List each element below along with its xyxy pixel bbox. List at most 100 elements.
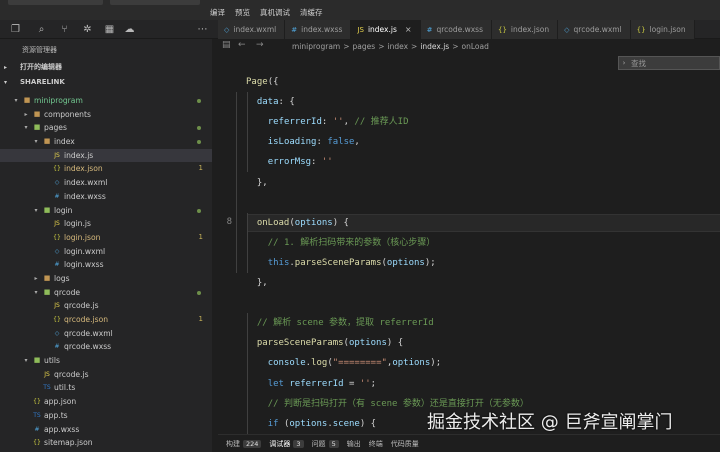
tree-item-label: miniprogram: [34, 96, 83, 105]
find-widget[interactable]: › 查找: [618, 56, 720, 70]
tree-item[interactable]: # app.wxss: [0, 423, 212, 437]
modified-dot: [197, 99, 201, 103]
tree-item[interactable]: ▾ ■ miniprogram: [0, 94, 212, 108]
tree-item[interactable]: # index.wxss: [0, 190, 212, 204]
code-line[interactable]: let referrerId = '';: [246, 374, 376, 394]
remote-debug-button[interactable]: 真机调试: [260, 7, 290, 18]
find-input[interactable]: 查找: [631, 58, 646, 69]
tab-qrcode-wxml[interactable]: ◇ qrcode.wxml: [558, 20, 631, 39]
tree-item[interactable]: JS login.js: [0, 217, 212, 231]
breadcrumb-separator: >: [411, 42, 418, 51]
tree-item[interactable]: {} login.json 1: [0, 231, 212, 245]
extensions-icon[interactable]: ▦: [104, 24, 115, 35]
tree-item[interactable]: JS qrcode.js: [0, 299, 212, 313]
cloud-icon[interactable]: ☁: [124, 24, 135, 35]
tree-item[interactable]: ▸ ■ components: [0, 108, 212, 122]
toolbar-field-right[interactable]: [110, 0, 200, 5]
code-line[interactable]: this.parseSceneParams(options);: [246, 253, 436, 273]
js-file-icon: JS: [54, 151, 60, 159]
breadcrumb-item[interactable]: onLoad: [462, 42, 489, 51]
code-line[interactable]: onLoad(options) {: [246, 213, 349, 233]
code-line[interactable]: parseSceneParams(options) {: [246, 333, 403, 353]
project-section[interactable]: ▾ SHARELINK: [0, 76, 212, 89]
tree-item[interactable]: {} app.json: [0, 395, 212, 409]
code-line[interactable]: isLoading: false,: [246, 132, 360, 152]
code-line[interactable]: console.log("========",options);: [246, 353, 441, 373]
tree-item-label: qrcode.json: [64, 315, 109, 324]
code-line[interactable]: errorMsg: '': [246, 152, 333, 172]
back-arrow-icon[interactable]: ←: [238, 40, 246, 50]
tree-item-label: login.json: [64, 232, 101, 242]
tree-item[interactable]: ◇ index.wxml: [0, 176, 212, 190]
panel-tab-count: 3: [293, 439, 304, 448]
tab-index-json[interactable]: {} index.json: [491, 20, 559, 39]
file-tree: ▾ ■ miniprogram ▸ ■ components ▾ ■ pages ▾ ■ index J…: [0, 94, 212, 452]
panel-tab[interactable]: 调试器 3: [269, 439, 304, 449]
tree-item-label: logs: [54, 273, 70, 283]
tree-item[interactable]: ◇ login.wxml: [0, 245, 212, 259]
code-line[interactable]: Page({: [246, 72, 279, 92]
tree-item[interactable]: ▸ ■ logs: [0, 272, 212, 286]
code-line[interactable]: referrerId: '', // 推荐人ID: [246, 112, 409, 132]
tab-index-wxml[interactable]: ◇ index.wxml: [218, 20, 286, 39]
tab-index-wxss[interactable]: # index.wxss: [285, 20, 352, 39]
debug-icon[interactable]: ✲: [82, 24, 93, 35]
more-icon[interactable]: ⋯: [197, 24, 208, 35]
compile-button[interactable]: 编译: [210, 7, 225, 18]
panel-tab[interactable]: 问题 5: [312, 439, 339, 449]
tree-item[interactable]: ▾ ■ qrcode: [0, 286, 212, 300]
split-editor-icon[interactable]: ▤: [222, 40, 231, 50]
clear-cache-button[interactable]: 清缓存: [300, 7, 323, 18]
tree-item[interactable]: JS qrcode.js: [0, 368, 212, 382]
code-editor[interactable]: 8 Page({ data: { referrerId: '', // 推荐人ID…: [218, 70, 720, 434]
tab-login-json[interactable]: {} login.json: [630, 20, 695, 39]
tree-item[interactable]: ▾ ■ login: [0, 204, 212, 218]
tree-item[interactable]: ▾ ■ pages: [0, 121, 212, 135]
chevron-right-icon[interactable]: ›: [619, 59, 629, 67]
forward-arrow-icon[interactable]: →: [256, 40, 264, 50]
panel-tab-label: 终端: [368, 439, 383, 448]
code-line[interactable]: if (options.scene) {: [246, 414, 376, 434]
tree-item-label: index.js: [64, 150, 94, 160]
panel-tab[interactable]: 终端: [369, 439, 383, 449]
tree-item[interactable]: JS index.js: [0, 148, 212, 163]
panel-tab[interactable]: 代码质量: [391, 439, 419, 449]
panel-tab[interactable]: 构建 224: [226, 439, 262, 449]
tree-item[interactable]: TS app.ts: [0, 409, 212, 423]
code-line[interactable]: },: [246, 273, 268, 293]
tree-item[interactable]: # qrcode.wxss: [0, 340, 212, 354]
breadcrumb-item[interactable]: index: [387, 42, 408, 51]
code-line[interactable]: data: {: [246, 92, 295, 112]
breadcrumb-item[interactable]: pages: [353, 42, 376, 51]
source-control-icon[interactable]: ⑂: [59, 24, 70, 35]
toolbar-field-left[interactable]: [8, 0, 103, 5]
tree-item[interactable]: ▾ ■ index: [0, 135, 212, 149]
folder-icon: ■: [23, 96, 31, 104]
tree-item[interactable]: TS util.ts: [0, 381, 212, 395]
breadcrumb-item[interactable]: index.js: [420, 42, 449, 51]
tree-item[interactable]: {} index.json 1: [0, 162, 212, 176]
code-line[interactable]: // 解析 scene 参数，提取 referrerId: [246, 313, 434, 333]
panel-tab[interactable]: 输出: [347, 439, 361, 449]
code-line[interactable]: // 1. 解析扫码带来的参数（核心步骤）: [246, 233, 436, 253]
chevron-right-icon: ▸: [24, 110, 28, 118]
folder-icon: ■: [33, 123, 41, 132]
breadcrumb-item[interactable]: miniprogram: [292, 42, 340, 51]
tree-item[interactable]: ◇ qrcode.wxml: [0, 327, 212, 341]
problem-count-badge: 1: [198, 164, 203, 173]
tab-index-js[interactable]: JS index.js ×: [351, 20, 421, 39]
tree-item[interactable]: ▾ ■ utils: [0, 354, 212, 368]
close-icon[interactable]: ×: [405, 25, 412, 34]
tree-item[interactable]: {} qrcode.json 1: [0, 313, 212, 327]
tree-item[interactable]: # login.wxss: [0, 258, 212, 272]
chevron-down-icon: ▾: [14, 97, 18, 104]
code-line[interactable]: },: [246, 173, 268, 193]
files-icon[interactable]: ❐: [10, 24, 21, 35]
preview-button[interactable]: 预览: [235, 7, 250, 18]
search-icon[interactable]: ⌕: [36, 24, 47, 35]
tab-qrcode-wxss[interactable]: # qrcode.wxss: [420, 20, 492, 39]
tree-item[interactable]: {} sitemap.json: [0, 436, 212, 450]
tree-item-label: app.json: [44, 397, 77, 407]
wxml-file-icon: ◇: [54, 247, 60, 255]
open-editors-section[interactable]: ▸ 打开的编辑器: [0, 61, 212, 74]
